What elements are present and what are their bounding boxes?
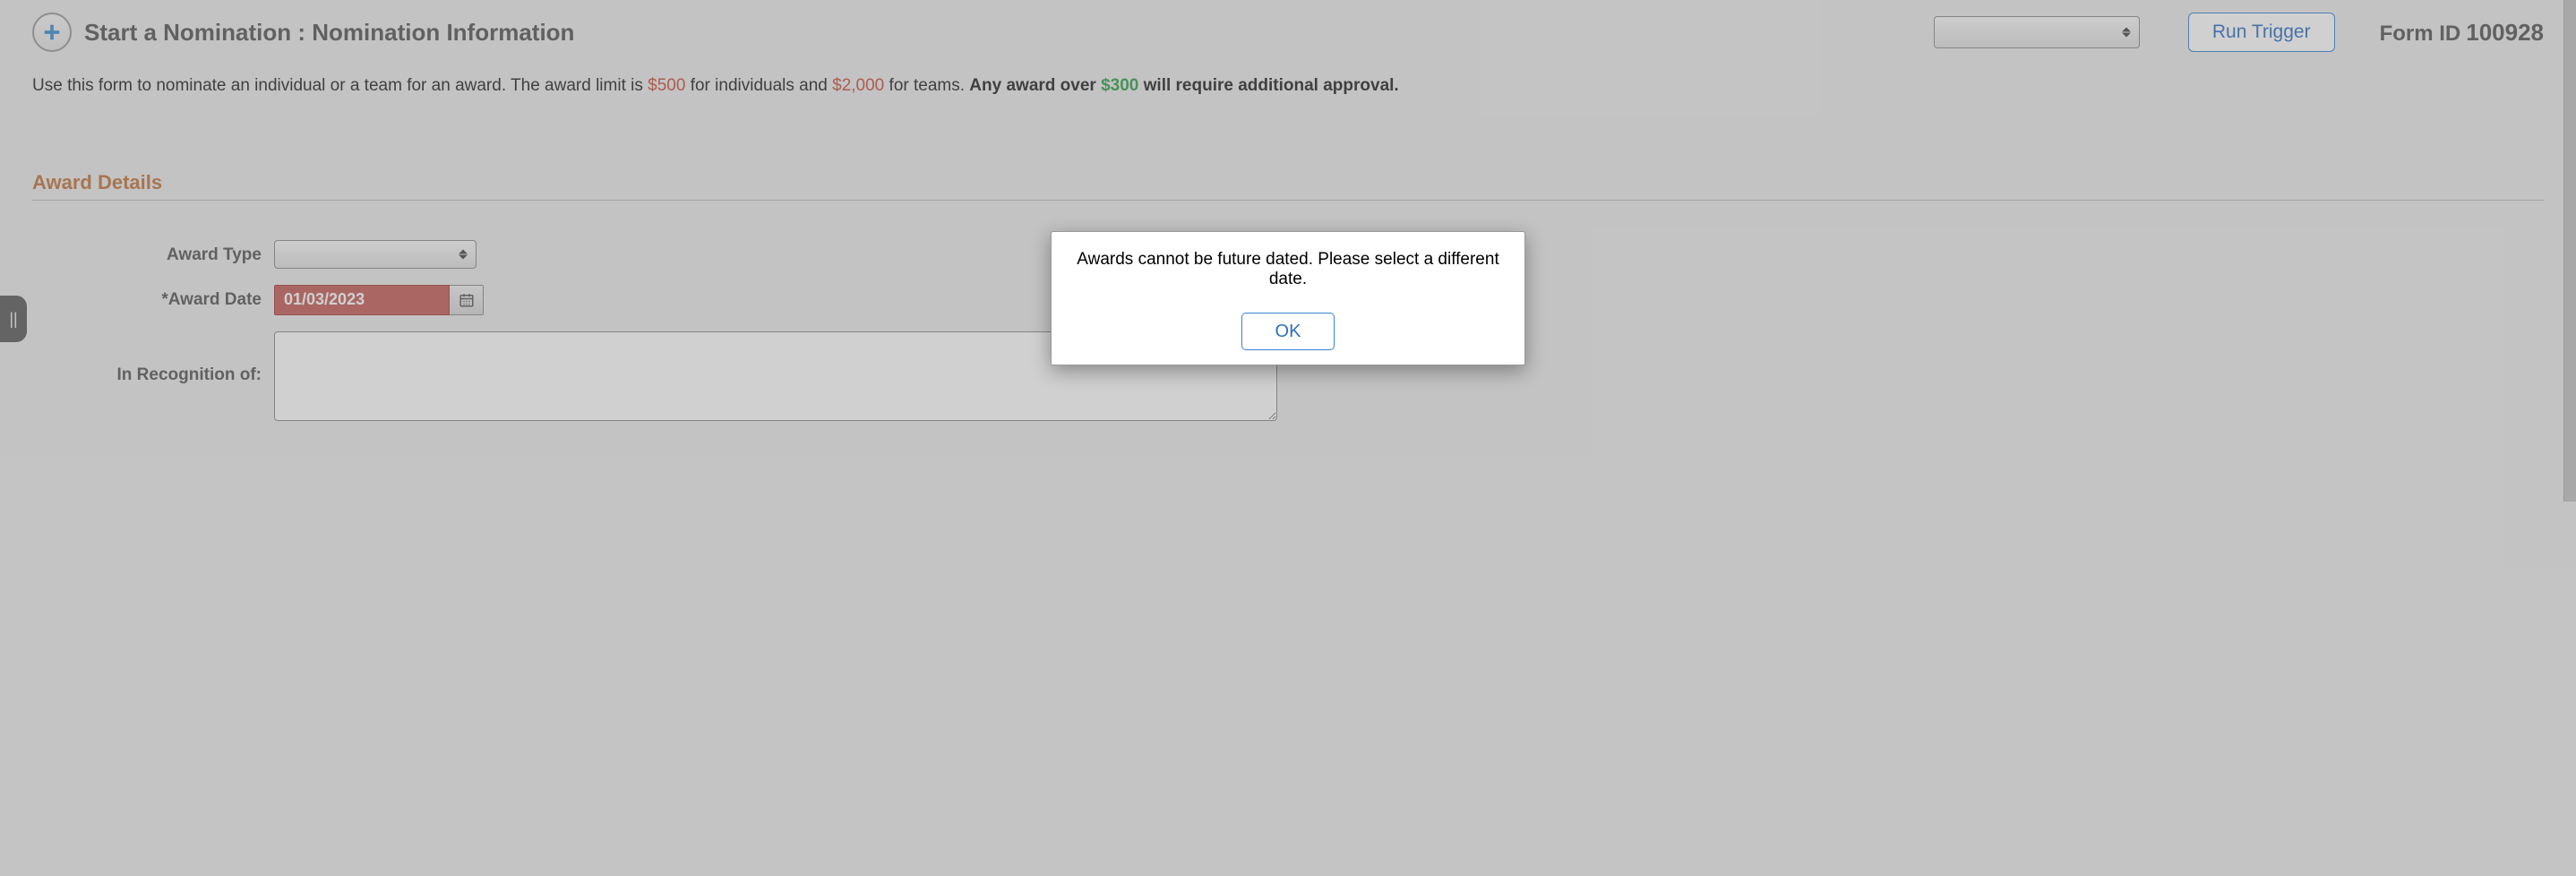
alert-dialog: Awards cannot be future dated. Please se… [1051, 231, 1525, 365]
ok-button[interactable]: OK [1241, 313, 1335, 350]
alert-message: Awards cannot be future dated. Please se… [1064, 250, 1512, 289]
modal-overlay: Awards cannot be future dated. Please se… [0, 0, 2576, 876]
